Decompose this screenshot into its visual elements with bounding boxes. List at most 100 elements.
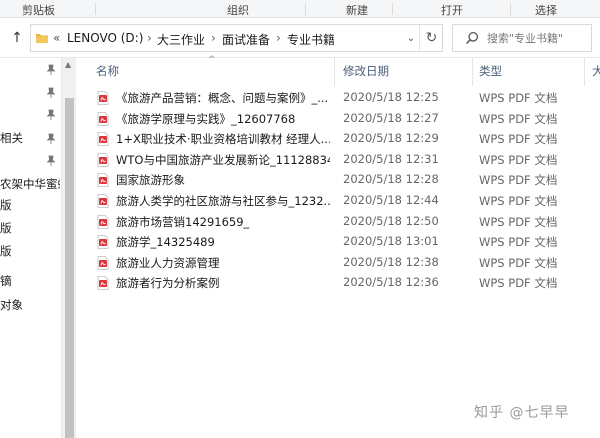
ribbon-divider: [510, 3, 511, 15]
watermark: 知乎 @七早早: [474, 405, 570, 421]
breadcrumb-folder-books[interactable]: 专业书籍: [287, 31, 335, 48]
breadcrumb-chevron-icon[interactable]: ›: [211, 31, 216, 45]
address-dropdown-button[interactable]: ⌄: [402, 27, 420, 49]
ribbon-group-organize: 组织: [227, 4, 249, 17]
file-modified-date: 2020/5/18 12:38: [343, 254, 439, 269]
file-name: 旅游市场营销14291659_: [116, 214, 250, 229]
column-divider[interactable]: [472, 58, 473, 86]
ribbon-group-labels: 剪贴板 组织 新建 打开 选择: [0, 0, 600, 18]
file-modified-date: 2020/5/18 12:29: [343, 131, 439, 146]
breadcrumb-overflow[interactable]: «: [53, 31, 60, 45]
file-modified-date: 2020/5/18 12:25: [343, 90, 439, 104]
pin-icon[interactable]: [46, 109, 56, 121]
file-type: WPS PDF 文档: [479, 132, 558, 147]
navigation-pane: 相关 农架中华蜜蜂 版 版 版 镝 对象 ▲: [0, 58, 76, 438]
file-type: WPS PDF 文档: [479, 173, 558, 188]
column-header-type[interactable]: 类型: [479, 63, 502, 83]
file-row[interactable]: 国家旅游形象 2020/5/18 12:28 WPS PDF 文档: [90, 170, 590, 191]
breadcrumb-chevron-icon[interactable]: ›: [147, 31, 152, 45]
file-name: 旅游学_14325489: [116, 235, 215, 250]
pdf-file-icon: [97, 235, 109, 250]
file-name: 旅游人类学的社区旅游与社区参与_1232...: [116, 194, 330, 208]
ribbon-group-open: 打开: [441, 4, 463, 17]
up-arrow-button[interactable]: ↑: [6, 28, 28, 48]
file-type: WPS PDF 文档: [479, 235, 558, 250]
refresh-icon: ↻: [425, 30, 438, 46]
file-row[interactable]: 旅游业人力资源管理 2020/5/18 12:38 WPS PDF 文档: [90, 253, 590, 274]
pin-icon[interactable]: [46, 133, 56, 145]
nav-item-objects[interactable]: 对象: [0, 297, 60, 317]
pin-icon[interactable]: [46, 155, 56, 167]
file-row[interactable]: 旅游者行为分析案例 2020/5/18 12:36 WPS PDF 文档: [90, 273, 590, 294]
nav-pane-scrollbar[interactable]: ▲: [61, 58, 76, 438]
ribbon-divider: [95, 3, 96, 15]
pin-icon[interactable]: [46, 64, 56, 76]
pdf-file-icon: [97, 276, 109, 291]
file-name: 旅游业人力资源管理: [116, 255, 220, 270]
column-header-modified[interactable]: 修改日期: [343, 63, 389, 83]
file-modified-date: 2020/5/18 12:28: [343, 172, 439, 187]
ribbon-divider: [305, 3, 306, 15]
file-row[interactable]: 旅游学_14325489 2020/5/18 13:01 WPS PDF 文档: [90, 232, 590, 253]
chevron-down-icon: ⌄: [406, 32, 416, 44]
pdf-file-icon: [97, 111, 109, 126]
pin-icon[interactable]: [46, 87, 56, 99]
file-row[interactable]: 旅游市场营销14291659_ 2020/5/18 12:50 WPS PDF 文档: [90, 212, 590, 233]
pdf-file-icon: [97, 91, 109, 105]
file-list: 名称 ^ 修改日期 类型 大 《旅游产品营销：概念、问题与案例》_... 2020…: [76, 55, 600, 438]
ribbon-group-clipboard: 剪贴板: [22, 4, 55, 17]
file-row[interactable]: 《旅游学原理与实践》_12607768 2020/5/18 12:27 WPS PD…: [90, 109, 590, 130]
scrollbar-thumb[interactable]: [65, 98, 74, 438]
breadcrumb-drive[interactable]: LENOVO (D:): [67, 31, 143, 45]
navigation-bar: ↑ « LENOVO (D:) › 大三作业 › 面试准备 › 专业书籍 ⌄ ↻: [0, 18, 600, 58]
file-row[interactable]: 《旅游产品营销：概念、问题与案例》_... 2020/5/18 12:25 WPS …: [90, 88, 590, 109]
file-name: WTO与中国旅游产业发展新论_11128834: [116, 152, 330, 167]
file-type: WPS PDF 文档: [479, 111, 558, 126]
column-header-size[interactable]: 大: [592, 63, 600, 83]
nav-item-edition[interactable]: 版: [0, 220, 60, 240]
nav-item-shennongjia[interactable]: 农架中华蜜蜂: [0, 176, 60, 196]
folder-icon: [36, 34, 48, 43]
file-name: 旅游者行为分析案例: [116, 276, 220, 291]
ribbon-group-select: 选择: [535, 4, 557, 17]
column-header-name[interactable]: 名称: [96, 63, 119, 83]
pdf-file-icon: [97, 255, 109, 270]
file-modified-date: 2020/5/18 12:31: [343, 151, 439, 166]
file-modified-date: 2020/5/18 12:27: [343, 110, 439, 125]
file-row[interactable]: WTO与中国旅游产业发展新论_11128834 2020/5/18 12:31 WP…: [90, 150, 590, 171]
nav-item-edition[interactable]: 版: [0, 243, 60, 263]
pdf-file-icon: [97, 132, 109, 147]
column-divider[interactable]: [584, 58, 585, 86]
pdf-file-icon: [97, 173, 109, 188]
search-box[interactable]: [452, 24, 592, 52]
pdf-file-icon: [97, 194, 109, 208]
nav-item-edition[interactable]: 版: [0, 197, 60, 217]
breadcrumb-folder-homework[interactable]: 大三作业: [157, 31, 205, 48]
file-name: 1+X职业技术·职业资格培训教材 经理人...: [116, 132, 330, 147]
file-modified-date: 2020/5/18 12:36: [343, 275, 439, 290]
file-modified-date: 2020/5/18 13:01: [343, 234, 439, 249]
file-type: WPS PDF 文档: [479, 194, 558, 208]
refresh-button[interactable]: ↻: [419, 25, 443, 51]
ribbon-divider: [392, 3, 393, 15]
scroll-up-arrow-icon[interactable]: ▲: [65, 60, 71, 69]
file-row[interactable]: 旅游人类学的社区旅游与社区参与_1232... 2020/5/18 12:44 WP…: [90, 191, 590, 212]
file-modified-date: 2020/5/18 12:50: [343, 213, 439, 228]
pdf-file-icon: [97, 152, 109, 167]
search-input[interactable]: [487, 30, 587, 47]
pdf-file-icon: [97, 214, 109, 229]
nav-item[interactable]: 镝: [0, 273, 60, 293]
file-row[interactable]: 1+X职业技术·职业资格培训教材 经理人... 2020/5/18 12:29 WP…: [90, 129, 590, 150]
breadcrumb-folder-interview[interactable]: 面试准备: [222, 31, 270, 48]
search-icon: [465, 31, 479, 45]
file-type: WPS PDF 文档: [479, 276, 558, 291]
file-type: WPS PDF 文档: [479, 91, 558, 105]
file-type: WPS PDF 文档: [479, 152, 558, 167]
sort-ascending-icon: ^: [208, 55, 216, 65]
column-divider[interactable]: [334, 58, 335, 86]
file-type: WPS PDF 文档: [479, 255, 558, 270]
up-arrow-icon: ↑: [11, 30, 23, 46]
breadcrumb-chevron-icon[interactable]: ›: [276, 31, 281, 45]
file-modified-date: 2020/5/18 12:44: [343, 193, 439, 207]
address-bar[interactable]: « LENOVO (D:) › 大三作业 › 面试准备 › 专业书籍 ⌄ ↻: [30, 24, 443, 52]
